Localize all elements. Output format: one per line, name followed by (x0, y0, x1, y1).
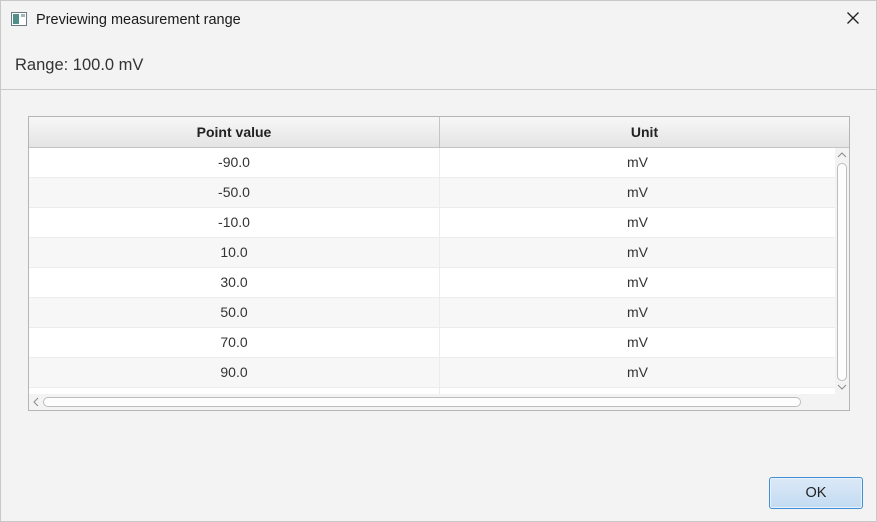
table-row[interactable]: 70.0 mV (29, 328, 835, 358)
point-value-cell: 90.0 (29, 358, 440, 387)
vertical-scrollbar[interactable] (835, 148, 849, 394)
scrollbar-corner (835, 394, 849, 410)
scroll-left-arrow-icon[interactable] (29, 394, 43, 410)
scroll-up-arrow-icon[interactable] (835, 148, 849, 162)
point-value-cell: -90.0 (29, 148, 440, 177)
column-header-point-value[interactable]: Point value (29, 117, 440, 147)
table-row[interactable]: -50.0 mV (29, 178, 835, 208)
range-label: Range: 100.0 mV (15, 56, 144, 74)
unit-cell: mV (627, 334, 648, 350)
app-window-icon (11, 12, 27, 26)
vertical-scroll-thumb[interactable] (837, 163, 847, 381)
column-header-unit[interactable]: Unit (440, 117, 849, 147)
point-value-cell: 70.0 (29, 328, 440, 357)
ok-button[interactable]: OK (769, 477, 863, 509)
point-value-cell: -50.0 (29, 178, 440, 207)
point-value-cell: 10.0 (29, 238, 440, 267)
table-row[interactable]: 10.0 mV (29, 238, 835, 268)
unit-cell: mV (627, 304, 648, 320)
point-value-cell: 50.0 (29, 298, 440, 327)
unit-cell: mV (627, 154, 648, 170)
title-bar: Previewing measurement range (1, 1, 876, 39)
point-value-cell: -10.0 (29, 208, 440, 237)
horizontal-scroll-thumb[interactable] (43, 397, 801, 407)
table-row[interactable]: 90.0 mV (29, 358, 835, 388)
table-row[interactable]: -90.0 mV (29, 148, 835, 178)
unit-cell: mV (627, 184, 648, 200)
table-row[interactable]: 30.0 mV (29, 268, 835, 298)
unit-cell: mV (627, 214, 648, 230)
close-icon (846, 11, 860, 30)
table-row[interactable]: -10.0 mV (29, 208, 835, 238)
dialog-window: Previewing measurement range Range: 100.… (0, 0, 877, 522)
dialog-header: Range: 100.0 mV (1, 39, 876, 90)
table-body: -90.0 mV -50.0 mV -10.0 mV 10.0 mV 30.0 … (29, 148, 835, 394)
table-row[interactable]: 50.0 mV (29, 298, 835, 328)
horizontal-scrollbar[interactable] (29, 394, 845, 410)
close-button[interactable] (830, 1, 876, 39)
unit-cell: mV (627, 364, 648, 380)
unit-cell: mV (627, 244, 648, 260)
unit-cell: mV (627, 274, 648, 290)
point-value-cell: 30.0 (29, 268, 440, 297)
window-title: Previewing measurement range (36, 12, 241, 28)
points-table: Point value Unit -90.0 mV -50.0 mV -10.0… (28, 116, 850, 411)
table-header: Point value Unit (29, 117, 849, 148)
scroll-down-arrow-icon[interactable] (835, 380, 849, 394)
